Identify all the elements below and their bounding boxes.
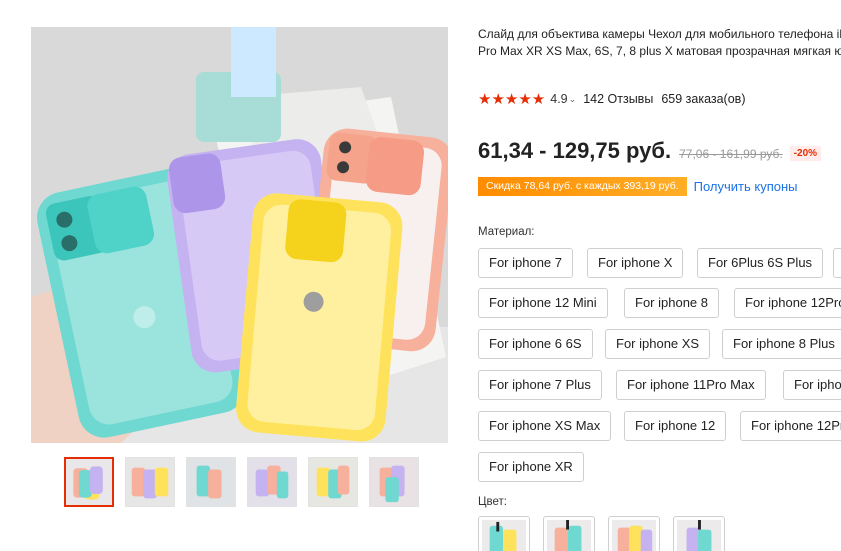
rating-value[interactable]: 4.9	[550, 92, 567, 106]
color-label: Цвет:	[478, 496, 507, 508]
thumbnail-6[interactable]	[369, 457, 419, 507]
old-price: 77,06 - 161,99 руб.	[679, 147, 783, 161]
material-option[interactable]: For iphone XS	[605, 329, 711, 359]
rating-row: ★★★★★ 4.9 ⌄ 142 Отзывы 659 заказа(ов)	[478, 90, 745, 108]
orders-count: 659 заказа(ов)	[661, 92, 746, 106]
material-option[interactable]: For iphone 7	[478, 248, 573, 278]
material-option[interactable]: For iphone 11Pro Max	[616, 370, 766, 400]
material-option[interactable]: For iphone 6 6S	[478, 329, 593, 359]
material-option[interactable]: For 6Plus 6S Plus	[697, 248, 824, 278]
color-swatch[interactable]	[673, 516, 725, 551]
thumbnail-5[interactable]	[308, 457, 358, 507]
discount-badge: -20%	[789, 146, 822, 161]
price-row: 61,34 - 129,75 руб. 77,06 - 161,99 руб. …	[478, 138, 822, 164]
product-info: Слайд для объектива камеры Чехол для моб…	[478, 0, 841, 551]
reviews-link[interactable]: 142 Отзывы	[583, 92, 653, 106]
color-swatches	[478, 516, 725, 551]
chevron-down-icon[interactable]: ⌄	[569, 94, 577, 105]
material-option[interactable]: For iphone X	[587, 248, 684, 278]
material-option[interactable]: For iphone 12 Mini	[478, 288, 608, 318]
material-option[interactable]: For iphone 12	[624, 411, 727, 441]
thumbnail-strip	[64, 457, 419, 507]
material-option[interactable]: For iphone XR	[478, 452, 584, 482]
material-option[interactable]: For iphone 8 Plus	[722, 329, 841, 359]
color-swatch[interactable]	[478, 516, 530, 551]
material-option[interactable]: For iphone XS Max	[478, 411, 612, 441]
thumbnail-3[interactable]	[186, 457, 236, 507]
material-option[interactable]: For iphone 12Pro	[740, 411, 841, 441]
material-option[interactable]: For iphone 7 Plus	[478, 370, 602, 400]
rating-stars: ★★★★★	[478, 91, 546, 108]
coupon-row: Скидка 78,64 руб. с каждых 393,19 руб. П…	[478, 177, 798, 196]
current-price: 61,34 - 129,75 руб.	[478, 138, 672, 163]
material-option[interactable]: For iphone 12Pro	[734, 288, 841, 318]
thumbnail-4[interactable]	[247, 457, 297, 507]
coupon-badge: Скидка 78,64 руб. с каждых 393,19 руб.	[478, 177, 687, 196]
product-title: Слайд для объектива камеры Чехол для моб…	[478, 27, 841, 58]
main-product-image[interactable]	[31, 27, 448, 443]
color-swatch[interactable]	[608, 516, 660, 551]
get-coupons-link[interactable]: Получить купоны	[694, 179, 798, 194]
thumbnail-2[interactable]	[125, 457, 175, 507]
material-option[interactable]: For iphone	[783, 370, 841, 400]
material-label: Материал:	[478, 226, 535, 238]
material-option[interactable]	[833, 248, 841, 278]
thumbnail-1[interactable]	[64, 457, 114, 507]
color-swatch[interactable]	[543, 516, 595, 551]
material-option[interactable]: For iphone 8	[624, 288, 719, 318]
